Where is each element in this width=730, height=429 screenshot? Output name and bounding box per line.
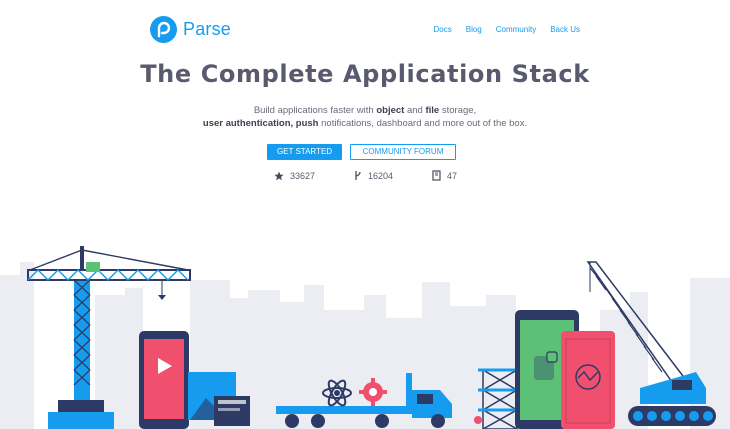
- tagline-bold-file: file: [425, 105, 440, 116]
- nav-community-link[interactable]: Community: [496, 25, 536, 34]
- brand-name: Parse: [183, 19, 232, 39]
- top-navigation-bar: Parse Docs Blog Community Back Us: [0, 0, 730, 62]
- stars-count: 33627: [290, 170, 316, 181]
- parse-logo[interactable]: Parse: [150, 16, 231, 43]
- tagline-bold-object: object: [376, 105, 405, 116]
- hero-tagline: Build applications faster with object an…: [0, 104, 730, 130]
- fork-icon: [355, 171, 361, 180]
- main-nav: Docs Blog Community Back Us: [434, 25, 581, 34]
- cta-group: GET STARTED COMMUNITY FORUM: [267, 144, 456, 160]
- nav-back-us-link[interactable]: Back Us: [550, 25, 580, 34]
- nav-docs-link[interactable]: Docs: [434, 25, 452, 34]
- star-icon: [274, 171, 284, 180]
- community-forum-button[interactable]: COMMUNITY FORUM: [350, 144, 456, 160]
- repo-icon: [432, 170, 441, 181]
- nav-blog-link[interactable]: Blog: [466, 25, 482, 34]
- city-skyline: [0, 262, 730, 429]
- github-stats: 33627 16204 47: [274, 170, 457, 181]
- tagline-text: storage,: [439, 105, 477, 116]
- phone-chart-illustration: [561, 331, 615, 429]
- construction-illustration: [0, 246, 730, 429]
- repos-count: 47: [447, 170, 458, 181]
- forks-stat[interactable]: 16204: [354, 170, 432, 181]
- page-headline: The Complete Application Stack: [140, 60, 590, 88]
- repos-stat[interactable]: 47: [432, 170, 457, 181]
- stars-stat[interactable]: 33627: [274, 170, 354, 181]
- tagline-text: Build applications faster with: [253, 105, 377, 116]
- forks-count: 16204: [368, 170, 394, 181]
- tagline-text: and: [404, 105, 426, 116]
- get-started-button[interactable]: GET STARTED: [267, 144, 342, 160]
- parse-logo-icon: [150, 16, 177, 43]
- tagline-text: notifications, dashboard and more out of…: [318, 118, 528, 129]
- tagline-bold-auth: user authentication, push: [202, 118, 319, 129]
- tagline-line-1: Build applications faster with object an…: [0, 104, 730, 117]
- tagline-line-2: user authentication, push notifications,…: [0, 117, 730, 130]
